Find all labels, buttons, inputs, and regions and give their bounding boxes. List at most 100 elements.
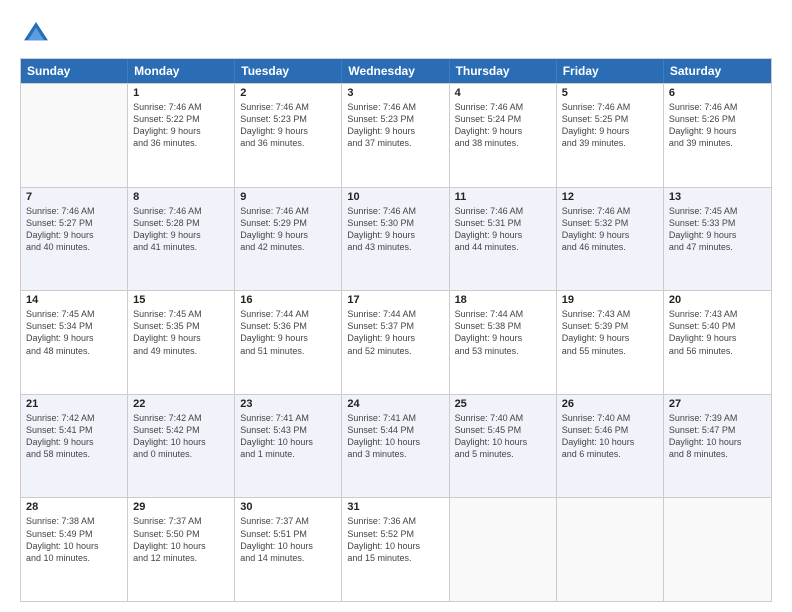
day-info: Sunrise: 7:46 AM Sunset: 5:22 PM Dayligh… [133,101,229,150]
day-info: Sunrise: 7:44 AM Sunset: 5:36 PM Dayligh… [240,308,336,357]
day-number: 22 [133,398,229,410]
calendar-body: 1 Sunrise: 7:46 AM Sunset: 5:22 PM Daylig… [21,83,771,601]
calendar-cell: 21Sunrise: 7:42 AM Sunset: 5:41 PM Dayli… [21,395,128,498]
calendar-cell: 2 Sunrise: 7:46 AM Sunset: 5:23 PM Daylig… [235,84,342,187]
day-info: Sunrise: 7:40 AM Sunset: 5:46 PM Dayligh… [562,412,658,461]
calendar-cell: 14 Sunrise: 7:45 AM Sunset: 5:34 PM Dayli… [21,291,128,394]
calendar-header: SundayMondayTuesdayWednesdayThursdayFrid… [21,59,771,83]
calendar-row-0: 1 Sunrise: 7:46 AM Sunset: 5:22 PM Daylig… [21,83,771,187]
header [20,18,772,50]
day-info: Sunrise: 7:46 AM Sunset: 5:32 PM Dayligh… [562,205,658,254]
day-number: 2 [240,87,336,99]
day-number: 1 [133,87,229,99]
day-info: Sunrise: 7:36 AM Sunset: 5:52 PM Dayligh… [347,515,443,564]
calendar-row-2: 14 Sunrise: 7:45 AM Sunset: 5:34 PM Dayli… [21,290,771,394]
calendar-cell: 24 Sunrise: 7:41 AM Sunset: 5:44 PM Dayli… [342,395,449,498]
day-info: Sunrise: 7:44 AM Sunset: 5:38 PM Dayligh… [455,308,551,357]
day-number: 18 [455,294,551,306]
day-number: 31 [347,501,443,513]
day-number: 23 [240,398,336,410]
calendar-cell: 7Sunrise: 7:46 AM Sunset: 5:27 PM Daylig… [21,188,128,291]
calendar-cell [450,498,557,601]
calendar-cell: 12 Sunrise: 7:46 AM Sunset: 5:32 PM Dayli… [557,188,664,291]
calendar-cell: 25 Sunrise: 7:40 AM Sunset: 5:45 PM Dayli… [450,395,557,498]
day-number: 15 [133,294,229,306]
calendar-cell: 29 Sunrise: 7:37 AM Sunset: 5:50 PM Dayli… [128,498,235,601]
logo [20,18,56,50]
day-number: 14 [26,294,122,306]
calendar-cell: 11Sunrise: 7:46 AM Sunset: 5:31 PM Dayli… [450,188,557,291]
day-info: Sunrise: 7:40 AM Sunset: 5:45 PM Dayligh… [455,412,551,461]
day-number: 8 [133,191,229,203]
day-info: Sunrise: 7:46 AM Sunset: 5:23 PM Dayligh… [347,101,443,150]
calendar-cell: 3 Sunrise: 7:46 AM Sunset: 5:23 PM Daylig… [342,84,449,187]
day-info: Sunrise: 7:41 AM Sunset: 5:43 PM Dayligh… [240,412,336,461]
day-number: 21 [26,398,122,410]
calendar-cell [557,498,664,601]
day-number: 17 [347,294,443,306]
day-info: Sunrise: 7:44 AM Sunset: 5:37 PM Dayligh… [347,308,443,357]
day-number: 12 [562,191,658,203]
day-number: 4 [455,87,551,99]
day-info: Sunrise: 7:37 AM Sunset: 5:51 PM Dayligh… [240,515,336,564]
calendar-cell: 30 Sunrise: 7:37 AM Sunset: 5:51 PM Dayli… [235,498,342,601]
calendar-cell: 28 Sunrise: 7:38 AM Sunset: 5:49 PM Dayli… [21,498,128,601]
header-day-sunday: Sunday [21,59,128,83]
calendar-cell: 9 Sunrise: 7:46 AM Sunset: 5:29 PM Daylig… [235,188,342,291]
calendar-cell [21,84,128,187]
day-number: 29 [133,501,229,513]
header-day-tuesday: Tuesday [235,59,342,83]
day-number: 28 [26,501,122,513]
day-info: Sunrise: 7:42 AM Sunset: 5:42 PM Dayligh… [133,412,229,461]
header-day-saturday: Saturday [664,59,771,83]
calendar-cell: 5Sunrise: 7:46 AM Sunset: 5:25 PM Daylig… [557,84,664,187]
header-day-wednesday: Wednesday [342,59,449,83]
day-info: Sunrise: 7:46 AM Sunset: 5:26 PM Dayligh… [669,101,766,150]
day-info: Sunrise: 7:38 AM Sunset: 5:49 PM Dayligh… [26,515,122,564]
header-day-friday: Friday [557,59,664,83]
logo-icon [20,18,52,50]
day-info: Sunrise: 7:46 AM Sunset: 5:29 PM Dayligh… [240,205,336,254]
calendar-cell: 6Sunrise: 7:46 AM Sunset: 5:26 PM Daylig… [664,84,771,187]
day-info: Sunrise: 7:45 AM Sunset: 5:34 PM Dayligh… [26,308,122,357]
day-info: Sunrise: 7:46 AM Sunset: 5:30 PM Dayligh… [347,205,443,254]
day-info: Sunrise: 7:46 AM Sunset: 5:24 PM Dayligh… [455,101,551,150]
day-info: Sunrise: 7:43 AM Sunset: 5:40 PM Dayligh… [669,308,766,357]
calendar-cell: 31 Sunrise: 7:36 AM Sunset: 5:52 PM Dayli… [342,498,449,601]
day-info: Sunrise: 7:46 AM Sunset: 5:23 PM Dayligh… [240,101,336,150]
day-number: 3 [347,87,443,99]
calendar-cell: 22 Sunrise: 7:42 AM Sunset: 5:42 PM Dayli… [128,395,235,498]
day-number: 9 [240,191,336,203]
calendar-cell: 26 Sunrise: 7:40 AM Sunset: 5:46 PM Dayli… [557,395,664,498]
header-day-thursday: Thursday [450,59,557,83]
calendar-row-1: 7Sunrise: 7:46 AM Sunset: 5:27 PM Daylig… [21,187,771,291]
calendar: SundayMondayTuesdayWednesdayThursdayFrid… [20,58,772,602]
day-number: 5 [562,87,658,99]
calendar-cell: 18 Sunrise: 7:44 AM Sunset: 5:38 PM Dayli… [450,291,557,394]
day-number: 24 [347,398,443,410]
day-info: Sunrise: 7:41 AM Sunset: 5:44 PM Dayligh… [347,412,443,461]
calendar-cell: 20 Sunrise: 7:43 AM Sunset: 5:40 PM Dayli… [664,291,771,394]
calendar-cell: 4 Sunrise: 7:46 AM Sunset: 5:24 PM Daylig… [450,84,557,187]
day-info: Sunrise: 7:37 AM Sunset: 5:50 PM Dayligh… [133,515,229,564]
calendar-row-3: 21Sunrise: 7:42 AM Sunset: 5:41 PM Dayli… [21,394,771,498]
calendar-row-4: 28 Sunrise: 7:38 AM Sunset: 5:49 PM Dayli… [21,497,771,601]
calendar-cell: 23 Sunrise: 7:41 AM Sunset: 5:43 PM Dayli… [235,395,342,498]
day-number: 26 [562,398,658,410]
day-number: 10 [347,191,443,203]
day-number: 20 [669,294,766,306]
day-number: 13 [669,191,766,203]
calendar-cell [664,498,771,601]
day-number: 27 [669,398,766,410]
calendar-cell: 10 Sunrise: 7:46 AM Sunset: 5:30 PM Dayli… [342,188,449,291]
day-number: 25 [455,398,551,410]
day-number: 16 [240,294,336,306]
day-info: Sunrise: 7:43 AM Sunset: 5:39 PM Dayligh… [562,308,658,357]
day-number: 30 [240,501,336,513]
calendar-cell: 13Sunrise: 7:45 AM Sunset: 5:33 PM Dayli… [664,188,771,291]
calendar-cell: 1 Sunrise: 7:46 AM Sunset: 5:22 PM Daylig… [128,84,235,187]
day-info: Sunrise: 7:46 AM Sunset: 5:31 PM Dayligh… [455,205,551,254]
calendar-cell: 15Sunrise: 7:45 AM Sunset: 5:35 PM Dayli… [128,291,235,394]
calendar-cell: 8Sunrise: 7:46 AM Sunset: 5:28 PM Daylig… [128,188,235,291]
header-day-monday: Monday [128,59,235,83]
